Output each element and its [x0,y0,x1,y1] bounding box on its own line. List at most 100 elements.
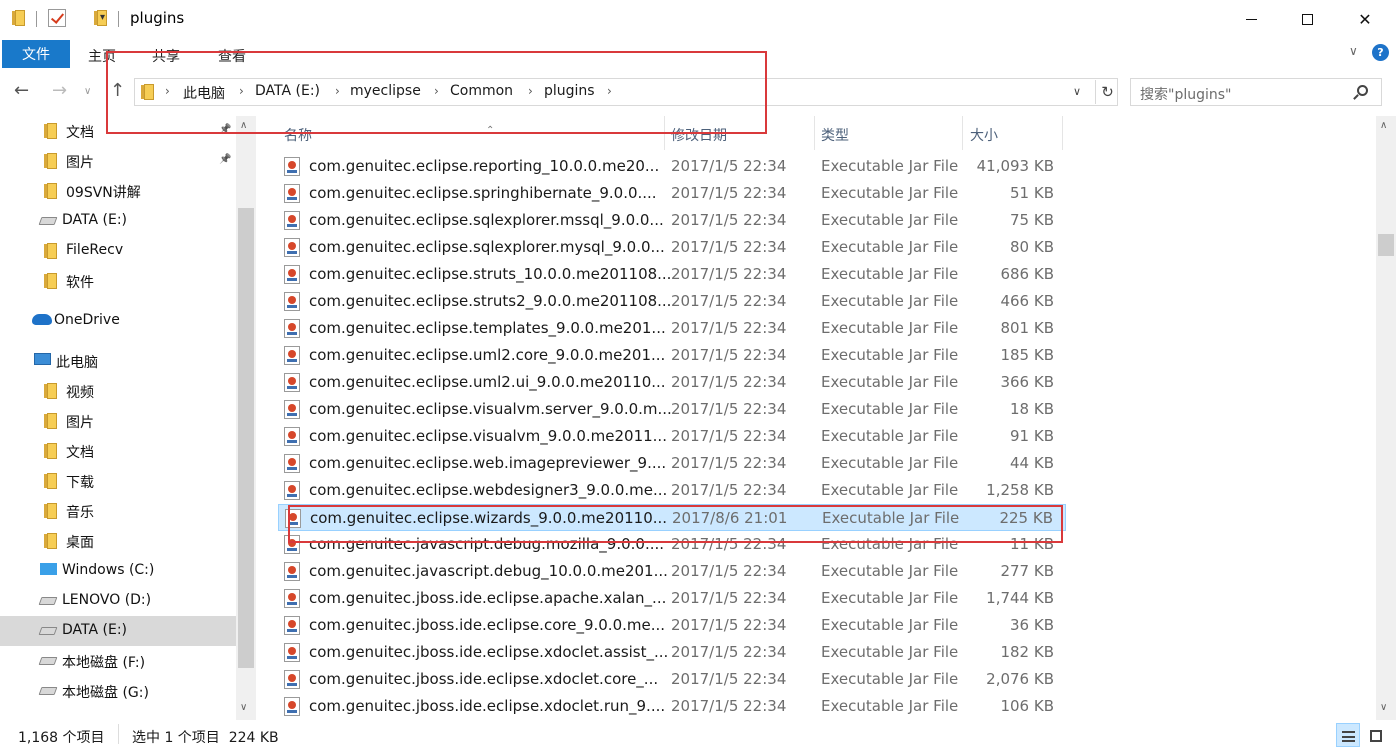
breadcrumb-item[interactable]: DATA (E:) [255,83,320,99]
file-row[interactable]: com.genuitec.javascript.debug.mozilla_9.… [278,531,1066,558]
details-view-icon [1342,731,1355,742]
back-arrow-icon[interactable]: ← [14,80,29,101]
close-button[interactable]: ✕ [1340,0,1390,38]
nav-item[interactable]: 音乐 [0,496,236,526]
details-view-button[interactable] [1336,723,1360,747]
window-title: plugins [130,9,185,27]
nav-item[interactable]: DATA (E:) [0,616,236,646]
tab-home[interactable]: 主页 [88,46,116,66]
breadcrumb-separator[interactable]: › [239,84,244,98]
navigation-pane[interactable]: 文档 📌 图片 📌 09SVN讲解 DATA (E:) FileRecv 软件 OneDrive… [0,116,256,720]
file-size: 801 KB [1000,319,1054,337]
downloads-folder-icon [44,473,58,493]
breadcrumb-item[interactable]: plugins [544,83,595,99]
nav-item[interactable]: 此电脑 [0,346,236,376]
nav-item[interactable]: 文档 📌 [0,116,236,146]
breadcrumb-item[interactable]: myeclipse [350,83,421,99]
breadcrumb-item[interactable]: 此电脑 [183,83,225,103]
scroll-down-icon[interactable]: ∨ [1380,702,1387,713]
file-row[interactable]: com.genuitec.jboss.ide.eclipse.xdoclet.a… [278,639,1066,666]
file-row[interactable]: com.genuitec.jboss.ide.eclipse.xdoclet.c… [278,666,1066,693]
scroll-up-icon[interactable]: ∧ [1380,120,1387,131]
breadcrumb-separator[interactable]: › [528,84,533,98]
nav-item[interactable]: 文档 [0,436,236,466]
nav-item[interactable]: 本地磁盘 (F:) [0,646,236,676]
jar-file-icon [284,211,300,230]
file-size: 1,258 KB [986,481,1054,499]
file-row[interactable]: com.genuitec.jboss.ide.eclipse.apache.xa… [278,585,1066,612]
nav-item[interactable]: 视频 [0,376,236,406]
file-row[interactable]: com.genuitec.eclipse.sqlexplorer.mssql_9… [278,207,1066,234]
nav-scrollbar-thumb[interactable] [238,208,254,668]
nav-item[interactable]: 本地磁盘 (G:) [0,676,236,706]
nav-item[interactable]: 下载 [0,466,236,496]
address-bar[interactable]: › 此电脑 › DATA (E:) › myeclipse › Common ›… [134,78,1118,106]
nav-item[interactable]: LENOVO (D:) [0,586,236,616]
refresh-icon[interactable]: ↻ [1095,80,1119,104]
nav-item[interactable]: 图片 [0,406,236,436]
file-list-scrollbar-thumb[interactable] [1378,234,1394,256]
file-row[interactable]: com.genuitec.javascript.debug_10.0.0.me2… [278,558,1066,585]
expand-ribbon-icon[interactable]: ∨ [1349,44,1358,58]
nav-scrollbar[interactable]: ∧ ∨ [236,116,256,720]
nav-item[interactable]: OneDrive [0,306,236,336]
breadcrumb-separator[interactable]: › [434,84,439,98]
nav-item-label: LENOVO (D:) [62,592,152,608]
pin-icon[interactable]: 📌 [219,154,231,165]
file-type: Executable Jar File [821,373,959,391]
file-row[interactable]: com.genuitec.eclipse.templates_9.0.0.me2… [278,315,1066,342]
breadcrumb-item[interactable]: Common [450,83,513,99]
file-type: Executable Jar File [821,211,959,229]
file-row[interactable]: com.genuitec.jboss.ide.eclipse.xdoclet.r… [278,693,1066,720]
file-row[interactable]: com.genuitec.eclipse.struts_10.0.0.me201… [278,261,1066,288]
file-size: 91 KB [1010,427,1054,445]
file-row[interactable]: com.genuitec.eclipse.web.imagepreviewer_… [278,450,1066,477]
recent-locations-icon[interactable]: ∨ [84,86,91,97]
nav-item[interactable]: DATA (E:) [0,206,236,236]
search-icon[interactable] [1357,85,1368,96]
forward-arrow-icon[interactable]: → [52,80,67,101]
selection-info: 选中 1 个项目 224 KB [132,730,279,746]
pin-icon[interactable]: 📌 [219,124,231,135]
nav-item[interactable]: Windows (C:) [0,556,236,586]
scroll-down-icon[interactable]: ∨ [240,702,247,713]
file-row[interactable]: com.genuitec.eclipse.visualvm_9.0.0.me20… [278,423,1066,450]
tab-share[interactable]: 共享 [152,46,180,66]
file-row[interactable]: com.genuitec.eclipse.springhibernate_9.0… [278,180,1066,207]
file-row[interactable]: com.genuitec.eclipse.reporting_10.0.0.me… [278,153,1066,180]
nav-item[interactable]: 桌面 [0,526,236,556]
minimize-button[interactable] [1226,0,1276,38]
nav-item[interactable]: 软件 [0,266,236,296]
address-dropdown-icon[interactable]: ∨ [1073,85,1081,98]
file-row[interactable]: com.genuitec.eclipse.struts2_9.0.0.me201… [278,288,1066,315]
quick-access-dropdown-icon[interactable]: ▾ [100,12,105,23]
nav-item[interactable]: FileRecv [0,236,236,266]
breadcrumb-separator[interactable]: › [165,84,170,98]
file-row[interactable]: com.genuitec.jboss.ide.eclipse.core_9.0.… [278,612,1066,639]
breadcrumb-separator[interactable]: › [335,84,340,98]
tab-file[interactable]: 文件 [2,40,70,68]
nav-item[interactable]: 图片 📌 [0,146,236,176]
up-arrow-icon[interactable]: ↑ [110,80,125,101]
breadcrumb-separator[interactable]: › [607,84,612,98]
file-list[interactable]: 名称 ⌃ 修改日期 类型 大小 com.genuitec.eclipse.rep… [256,116,1376,720]
file-list-scrollbar[interactable]: ∧ ∨ [1376,116,1396,720]
file-row[interactable]: com.genuitec.eclipse.uml2.core_9.0.0.me2… [278,342,1066,369]
file-row[interactable]: com.genuitec.eclipse.webdesigner3_9.0.0.… [278,477,1066,504]
search-input[interactable]: 搜索"plugins" [1130,78,1382,106]
file-name: com.genuitec.eclipse.struts2_9.0.0.me201… [309,292,672,310]
nav-item[interactable]: 09SVN讲解 [0,176,236,206]
file-size: 1,744 KB [986,589,1054,607]
file-row[interactable]: com.genuitec.eclipse.visualvm.server_9.0… [278,396,1066,423]
file-row[interactable]: com.genuitec.eclipse.sqlexplorer.mysql_9… [278,234,1066,261]
file-name: com.genuitec.eclipse.struts_10.0.0.me201… [309,265,672,283]
properties-icon[interactable] [48,9,66,27]
maximize-button[interactable] [1282,0,1332,38]
file-row[interactable]: com.genuitec.eclipse.uml2.ui_9.0.0.me201… [278,369,1066,396]
file-type: Executable Jar File [821,643,959,661]
file-row[interactable]: com.genuitec.eclipse.wizards_9.0.0.me201… [278,504,1066,531]
large-icons-view-button[interactable] [1364,723,1388,747]
scroll-up-icon[interactable]: ∧ [240,120,247,131]
help-icon[interactable]: ? [1372,44,1389,61]
tab-view[interactable]: 查看 [218,46,246,66]
